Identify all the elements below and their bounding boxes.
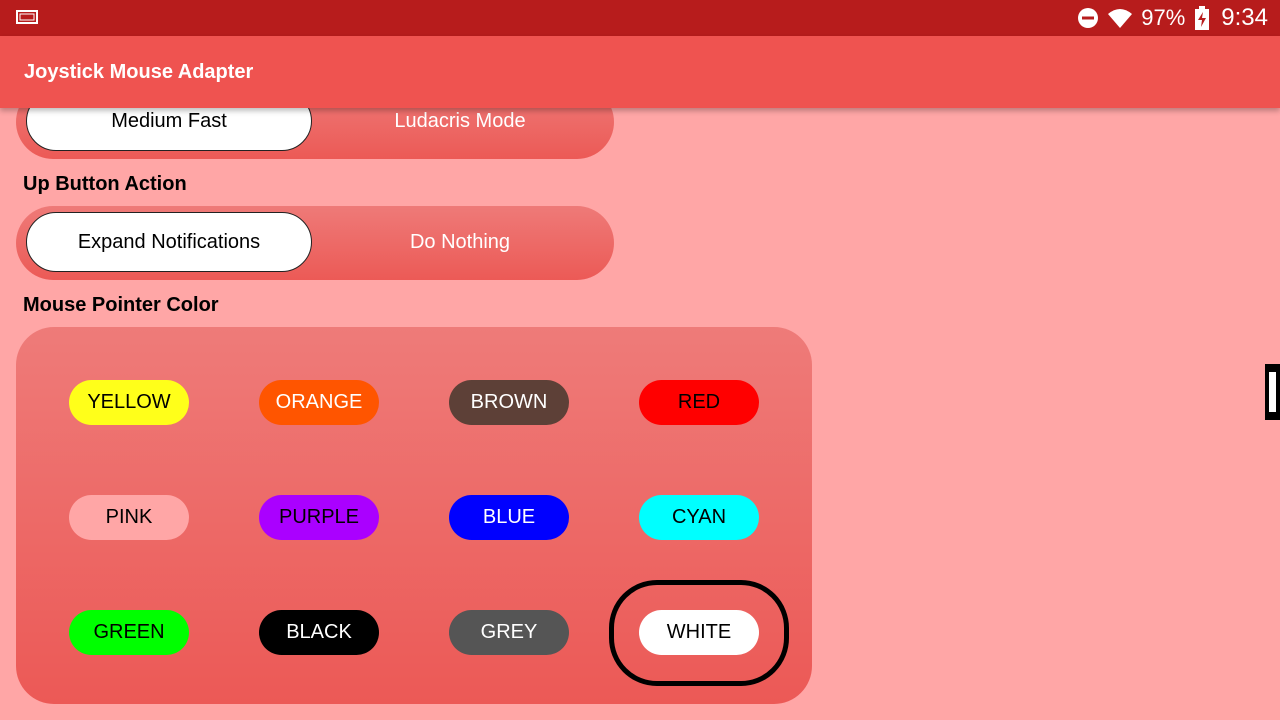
up-action-option-do-nothing[interactable]: Do Nothing	[317, 212, 603, 272]
color-chip-green[interactable]: GREEN	[69, 610, 189, 655]
up-button-action-label: Up Button Action	[23, 173, 187, 195]
color-chip-red[interactable]: RED	[639, 380, 759, 425]
clock: 9:34	[1221, 4, 1268, 31]
up-action-option-expand-notifications[interactable]: Expand Notifications	[26, 212, 312, 272]
status-bar: 97% 9:34	[0, 0, 1280, 36]
color-chip-orange[interactable]: ORANGE	[259, 380, 379, 425]
battery-percentage: 97%	[1141, 5, 1186, 30]
speed-option-ludacris-mode[interactable]: Ludacris Mode	[317, 108, 603, 151]
battery-charging-icon	[1195, 6, 1210, 30]
color-chip-white[interactable]: WHITE	[639, 610, 759, 655]
color-chip-pink[interactable]: PINK	[69, 495, 189, 540]
status-indicators: 97% 9:34	[1077, 0, 1268, 36]
up-button-action-toggle-group: Expand Notifications Do Nothing	[16, 206, 614, 280]
speed-option-medium-fast[interactable]: Medium Fast	[26, 108, 312, 151]
mouse-pointer-color-label: Mouse Pointer Color	[23, 294, 219, 316]
color-picker-panel: YELLOW ORANGE BROWN RED PINK PURPLE BLUE…	[16, 327, 812, 704]
wifi-icon	[1108, 9, 1133, 28]
do-not-disturb-icon	[1078, 8, 1099, 28]
app-title: Joystick Mouse Adapter	[24, 61, 254, 83]
color-chip-grey[interactable]: GREY	[449, 610, 569, 655]
speed-toggle-group: Medium Fast Ludacris Mode	[16, 108, 614, 159]
color-chip-brown[interactable]: BROWN	[449, 380, 569, 425]
settings-content[interactable]: Medium Fast Ludacris Mode Up Button Acti…	[0, 108, 1280, 720]
color-chip-blue[interactable]: BLUE	[449, 495, 569, 540]
scrollbar-thumb[interactable]	[1265, 364, 1280, 420]
color-chip-yellow[interactable]: YELLOW	[69, 380, 189, 425]
color-chip-cyan[interactable]: CYAN	[639, 495, 759, 540]
color-chip-purple[interactable]: PURPLE	[259, 495, 379, 540]
app-bar: Joystick Mouse Adapter	[0, 36, 1280, 108]
scrollbar-thumb-inner	[1269, 372, 1276, 412]
screen-icon	[16, 10, 38, 24]
color-chip-black[interactable]: BLACK	[259, 610, 379, 655]
